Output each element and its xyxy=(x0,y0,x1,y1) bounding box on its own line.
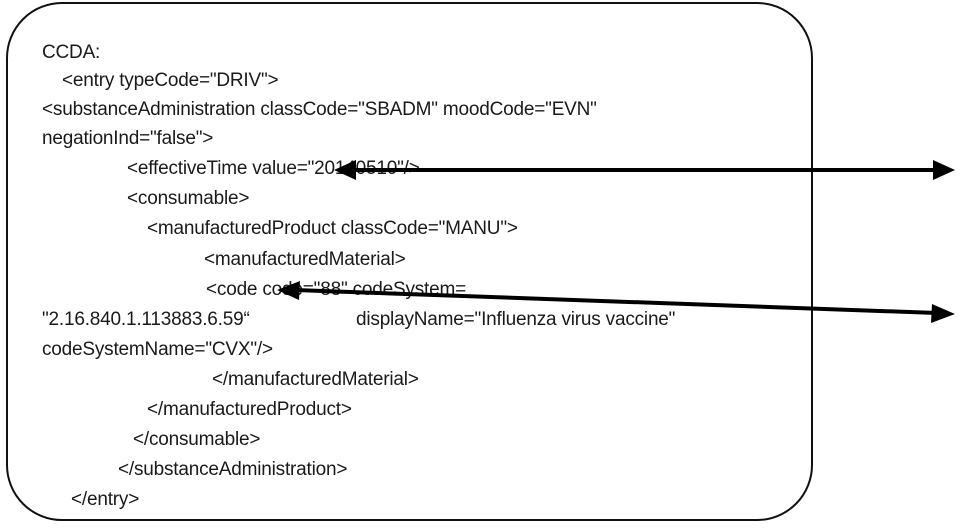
substance-administration-open-tag: <substanceAdministration classCode="SBAD… xyxy=(42,99,597,120)
display-name-attribute: displayName="Influenza virus vaccine" xyxy=(356,309,676,330)
consumable-close-tag: </consumable> xyxy=(133,429,261,450)
arrowhead-right xyxy=(933,160,955,180)
code-system-name-attribute: codeSystemName="CVX"/> xyxy=(42,339,273,360)
negation-ind-attribute: negationInd="false"> xyxy=(42,128,214,149)
manufactured-material-open-tag: <manufacturedMaterial> xyxy=(204,249,406,270)
code-tag-start: <code code="88" codeSystem= xyxy=(206,279,467,300)
code-system-value: "2.16.840.1.113883.6.59“ xyxy=(42,309,250,330)
arrowhead-right xyxy=(931,304,955,323)
substance-administration-close-tag: </substanceAdministration> xyxy=(118,459,348,480)
ccda-label: CCDA: xyxy=(42,42,101,63)
consumable-open-tag: <consumable> xyxy=(127,188,250,209)
manufactured-material-close-tag: </manufacturedMaterial> xyxy=(212,369,419,390)
manufactured-product-open-tag: <manufacturedProduct classCode="MANU"> xyxy=(147,218,518,239)
manufactured-product-close-tag: </manufacturedProduct> xyxy=(147,399,352,420)
effective-time-tag: <effectiveTime value="20140510"/> xyxy=(127,158,420,179)
entry-open-tag: <entry typeCode="DRIV"> xyxy=(62,70,279,91)
entry-close-tag: </entry> xyxy=(71,489,140,510)
